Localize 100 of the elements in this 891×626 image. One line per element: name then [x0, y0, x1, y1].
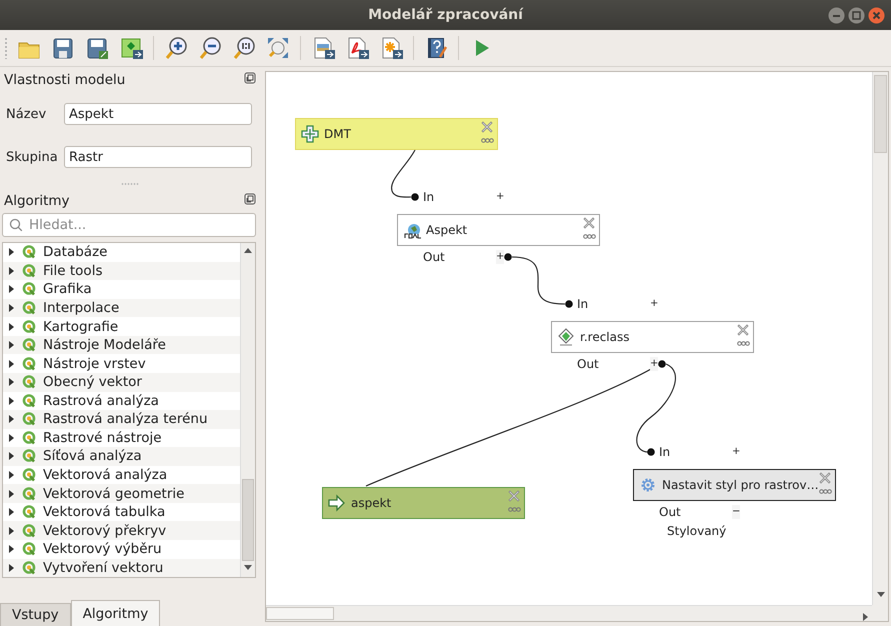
close-icon[interactable]	[819, 472, 831, 484]
connector-dot[interactable]	[504, 253, 512, 261]
tree-item[interactable]: Rastrová analýza	[3, 392, 240, 410]
tree-item[interactable]: Nástroje Modeláře	[3, 336, 240, 354]
expander-icon[interactable]	[8, 285, 15, 294]
q-logo-icon	[22, 560, 36, 575]
q-logo-icon	[22, 412, 36, 426]
q-logo-icon	[22, 320, 36, 334]
tree-item[interactable]: File tools	[3, 262, 240, 280]
panel-title: Vlastnosti modelu	[4, 72, 126, 88]
expander-icon[interactable]	[8, 564, 15, 572]
expander-icon[interactable]	[8, 471, 15, 480]
tree-item[interactable]: Rastrová analýza terénu	[3, 410, 240, 429]
panel-title: Algoritmy	[4, 193, 70, 209]
expander-icon[interactable]	[8, 248, 15, 256]
expander-icon[interactable]	[8, 360, 15, 368]
expand-toggle[interactable]: +	[496, 250, 504, 264]
text-field[interactable]: Aspekt	[64, 103, 252, 125]
tree-item[interactable]: Vektorová analýza	[3, 466, 240, 484]
expander-icon[interactable]	[8, 341, 15, 350]
text-field[interactable]: Rastr	[64, 146, 252, 168]
tree-item[interactable]: Obecný vektor	[3, 372, 240, 392]
q-logo-icon	[22, 468, 36, 482]
node-title: aspekt	[351, 496, 392, 510]
tree-item[interactable]: Vektorová geometrie	[3, 484, 240, 503]
connector-dot[interactable]	[647, 448, 655, 456]
tree-item[interactable]: Vytvoření vektoru	[3, 558, 240, 577]
minimize-icon[interactable]	[828, 7, 845, 24]
scrollbar-thumb[interactable]	[874, 75, 887, 153]
expander-icon[interactable]	[8, 396, 15, 405]
expander-icon[interactable]	[8, 452, 15, 460]
close-icon[interactable]	[583, 217, 595, 229]
more-icon[interactable]	[481, 138, 494, 143]
expander-icon[interactable]	[8, 266, 15, 275]
expander-icon[interactable]	[8, 322, 15, 331]
scrollbar-thumb[interactable]	[242, 479, 254, 561]
tree-item[interactable]: Nástroje vrstev	[3, 354, 240, 373]
close-icon[interactable]	[508, 490, 520, 502]
tree-item[interactable]: Rastrové nástroje	[3, 428, 240, 448]
connector-dot[interactable]	[658, 360, 666, 368]
model-node[interactable]: r.reclass	[551, 321, 754, 353]
tree-item-label: Nástroje vrstev	[43, 356, 146, 372]
scrollbar[interactable]	[872, 72, 888, 605]
expander-icon[interactable]	[8, 508, 15, 516]
tab[interactable]: Algoritmy	[70, 600, 160, 626]
port-label: Out	[659, 505, 681, 519]
connector-line	[391, 150, 416, 198]
connector-dot[interactable]	[411, 193, 419, 201]
tree-item[interactable]: Vektorový výběru	[3, 540, 240, 559]
expander-icon[interactable]	[8, 415, 15, 424]
tree-item[interactable]: Vektorová tabulka	[3, 502, 240, 522]
more-icon[interactable]	[583, 234, 596, 239]
tree-item[interactable]: Kartografie	[3, 317, 240, 336]
expand-toggle[interactable]: −	[732, 505, 740, 519]
expander-icon[interactable]	[8, 490, 15, 498]
tab[interactable]: Vstupy	[0, 603, 71, 626]
expander-icon[interactable]	[8, 304, 15, 312]
tree-item-label: Vytvoření vektoru	[43, 560, 164, 576]
scrollbar-thumb[interactable]	[266, 607, 334, 620]
connector-dot[interactable]	[565, 300, 573, 308]
q-logo-icon	[22, 282, 36, 296]
tree-item[interactable]: Vektorový překryv	[3, 521, 240, 540]
expander-icon[interactable]	[8, 526, 15, 535]
model-node[interactable]: Aspekt	[397, 214, 600, 246]
tree-item[interactable]: Interpolace	[3, 298, 240, 318]
float-panel-icon[interactable]	[244, 193, 256, 205]
expander-icon[interactable]	[8, 434, 15, 442]
maximize-icon[interactable]	[848, 7, 865, 24]
tree-item-label: Vektorová tabulka	[43, 504, 166, 520]
scroll-down-icon[interactable]	[877, 592, 885, 597]
model-node[interactable]: aspekt	[322, 487, 525, 519]
save-icon	[51, 36, 75, 60]
scroll-up-icon[interactable]	[244, 248, 252, 252]
scrollbar[interactable]	[266, 605, 872, 621]
model-node[interactable]: Nastavit styl pro rastrov…	[633, 469, 836, 501]
more-icon[interactable]	[819, 489, 832, 494]
close-icon[interactable]	[481, 121, 493, 133]
save-as-icon	[85, 36, 109, 60]
tree-item-label: Obecný vektor	[43, 374, 142, 390]
scroll-right-icon[interactable]	[863, 613, 868, 621]
more-icon[interactable]	[737, 341, 750, 346]
q-logo-icon	[22, 245, 36, 260]
connector-line	[512, 256, 565, 305]
expander-icon[interactable]	[8, 545, 15, 554]
tree-item[interactable]: Grafika	[3, 280, 240, 299]
node-title: DMT	[324, 127, 351, 141]
tree-item[interactable]: Databáze	[3, 243, 240, 262]
diamond-icon	[557, 328, 575, 346]
q-logo-icon	[22, 486, 36, 501]
model-node[interactable]: DMT	[295, 118, 498, 150]
float-panel-icon[interactable]	[244, 72, 256, 84]
scrollbar[interactable]	[240, 243, 255, 577]
close-icon[interactable]	[868, 7, 885, 24]
search-field[interactable]: Hledat...	[2, 213, 256, 237]
tree-item[interactable]: Síťová analýza	[3, 447, 240, 466]
tree-item-label: File tools	[43, 262, 102, 279]
close-icon[interactable]	[737, 324, 749, 336]
expander-icon[interactable]	[8, 378, 15, 386]
scroll-down-icon[interactable]	[244, 565, 252, 570]
expand-toggle[interactable]: +	[650, 357, 658, 371]
